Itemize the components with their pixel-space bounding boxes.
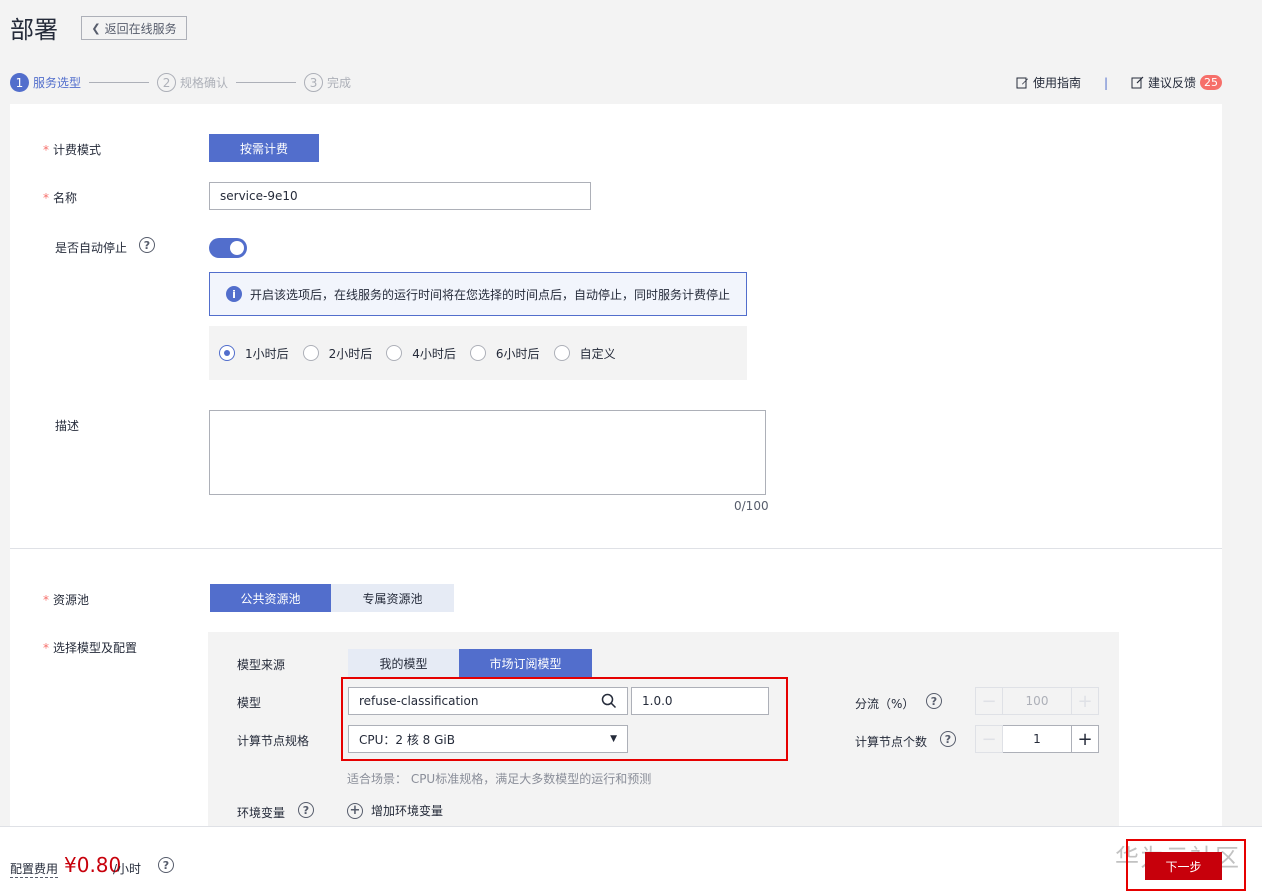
description-char-counter: 0/100 bbox=[734, 499, 769, 513]
service-name-input[interactable]: service-9e10 bbox=[209, 182, 591, 210]
node-count-help-icon[interactable]: ? bbox=[940, 731, 956, 747]
model-config-label: * 选择模型及配置 bbox=[43, 641, 138, 655]
step-3-label: 完成 bbox=[327, 76, 352, 90]
traffic-stepper: − 100 + bbox=[975, 687, 1099, 715]
user-guide-link[interactable]: 使用指南 bbox=[1016, 74, 1081, 91]
radio-checked-icon bbox=[219, 345, 235, 361]
auto-stop-info-text: 开启该选项后，在线服务的运行时间将在您选择的时间点后，自动停止，同时服务计费停止 bbox=[250, 287, 731, 302]
model-label: 模型 bbox=[237, 696, 262, 710]
env-var-help-icon[interactable]: ? bbox=[298, 802, 314, 818]
radio-custom[interactable]: 自定义 bbox=[553, 345, 616, 362]
billing-mode-label: * 计费模式 bbox=[43, 143, 102, 157]
traffic-split-label: 分流（%） bbox=[855, 697, 915, 711]
public-pool-tab[interactable]: 公共资源池 bbox=[210, 584, 331, 612]
traffic-value[interactable]: 100 bbox=[1003, 687, 1071, 715]
step-3-number: 3 bbox=[304, 73, 324, 92]
description-label: 描述 bbox=[55, 419, 80, 433]
search-icon[interactable] bbox=[601, 693, 617, 709]
my-model-tab[interactable]: 我的模型 bbox=[348, 649, 459, 677]
market-model-tab[interactable]: 市场订阅模型 bbox=[459, 649, 592, 677]
feedback-label: 建议反馈 bbox=[1148, 76, 1197, 90]
radio-2h[interactable]: 2小时后 bbox=[302, 345, 372, 362]
back-to-online-service-button[interactable]: ❮ 返回在线服务 bbox=[81, 16, 187, 40]
required-mark: * bbox=[43, 143, 49, 157]
auto-stop-help-icon[interactable]: ? bbox=[139, 237, 155, 253]
traffic-decrease-button[interactable]: − bbox=[975, 687, 1003, 715]
feedback-icon bbox=[1131, 76, 1144, 89]
model-version-input[interactable]: 1.0.0 bbox=[631, 687, 769, 715]
auto-stop-info-box: i 开启该选项后，在线服务的运行时间将在您选择的时间点后，自动停止，同时服务计费… bbox=[209, 272, 747, 316]
user-guide-label: 使用指南 bbox=[1033, 76, 1082, 90]
compute-spec-select[interactable]: CPU：2 核 8 GiB ▼ bbox=[348, 725, 628, 753]
model-source-label: 模型来源 bbox=[237, 658, 286, 672]
caret-down-icon: ▼ bbox=[610, 734, 617, 744]
spec-hint-text: 适合场景： CPU标准规格，满足大多数模型的运行和预测 bbox=[347, 772, 652, 786]
node-increase-button[interactable]: + bbox=[1071, 725, 1099, 753]
section-divider bbox=[10, 548, 1222, 549]
compute-spec-label: 计算节点规格 bbox=[237, 734, 310, 748]
billing-on-demand-button[interactable]: 按需计费 bbox=[209, 134, 319, 162]
dedicated-pool-tab[interactable]: 专属资源池 bbox=[331, 584, 454, 612]
node-count-stepper: − 1 + bbox=[975, 725, 1099, 753]
plus-circle-icon: + bbox=[347, 802, 363, 819]
step-connector bbox=[236, 82, 297, 83]
page-title: 部署 bbox=[10, 16, 58, 44]
feedback-link[interactable]: 建议反馈 25 bbox=[1131, 74, 1223, 91]
radio-unchecked-icon bbox=[469, 345, 486, 361]
radio-6h[interactable]: 6小时后 bbox=[469, 345, 540, 362]
step-1-label: 服务选型 bbox=[33, 76, 82, 90]
node-decrease-button[interactable]: − bbox=[975, 725, 1003, 753]
radio-unchecked-icon bbox=[553, 345, 570, 361]
auto-stop-label: 是否自动停止 bbox=[55, 241, 128, 255]
info-icon: i bbox=[226, 286, 242, 302]
required-mark: * bbox=[43, 641, 49, 655]
required-mark: * bbox=[43, 593, 49, 607]
edit-doc-icon bbox=[1016, 77, 1028, 89]
footer-bar bbox=[0, 826, 1262, 895]
feedback-count-badge: 25 bbox=[1200, 75, 1223, 90]
config-fee-unit: /小时 bbox=[113, 862, 142, 876]
config-fee-label[interactable]: 配置费用 bbox=[10, 860, 59, 878]
radio-unchecked-icon bbox=[302, 345, 319, 361]
env-var-label: 环境变量 bbox=[237, 806, 286, 820]
radio-1h[interactable]: 1小时后 bbox=[219, 345, 289, 362]
description-textarea[interactable] bbox=[209, 410, 766, 495]
resource-pool-label: * 资源池 bbox=[43, 593, 90, 607]
traffic-increase-button[interactable]: + bbox=[1071, 687, 1099, 715]
node-count-value[interactable]: 1 bbox=[1003, 725, 1071, 753]
step-2-number: 2 bbox=[157, 73, 177, 92]
name-label: * 名称 bbox=[43, 191, 78, 205]
step-indicator: 1 服务选型 2 规格确认 3 完成 bbox=[10, 73, 351, 92]
highlight-box bbox=[1126, 839, 1246, 891]
auto-stop-time-options: 1小时后 2小时后 4小时后 6小时后 自定义 bbox=[209, 326, 747, 380]
required-mark: * bbox=[43, 191, 49, 205]
fee-help-icon[interactable]: ? bbox=[158, 857, 174, 873]
step-connector bbox=[89, 82, 150, 83]
link-separator: | bbox=[1104, 76, 1109, 90]
auto-stop-toggle[interactable] bbox=[209, 238, 247, 258]
back-button-label: 返回在线服务 bbox=[104, 21, 177, 36]
radio-4h[interactable]: 4小时后 bbox=[386, 345, 456, 362]
add-env-var-button[interactable]: + 增加环境变量 bbox=[347, 802, 443, 819]
node-count-label: 计算节点个数 bbox=[855, 735, 928, 749]
chevron-left-icon: ❮ bbox=[91, 21, 101, 35]
step-2-label: 规格确认 bbox=[180, 76, 229, 90]
step-1-number: 1 bbox=[10, 73, 29, 92]
traffic-help-icon[interactable]: ? bbox=[926, 693, 942, 709]
radio-unchecked-icon bbox=[386, 345, 403, 361]
model-search-input[interactable]: refuse-classification bbox=[348, 687, 628, 715]
